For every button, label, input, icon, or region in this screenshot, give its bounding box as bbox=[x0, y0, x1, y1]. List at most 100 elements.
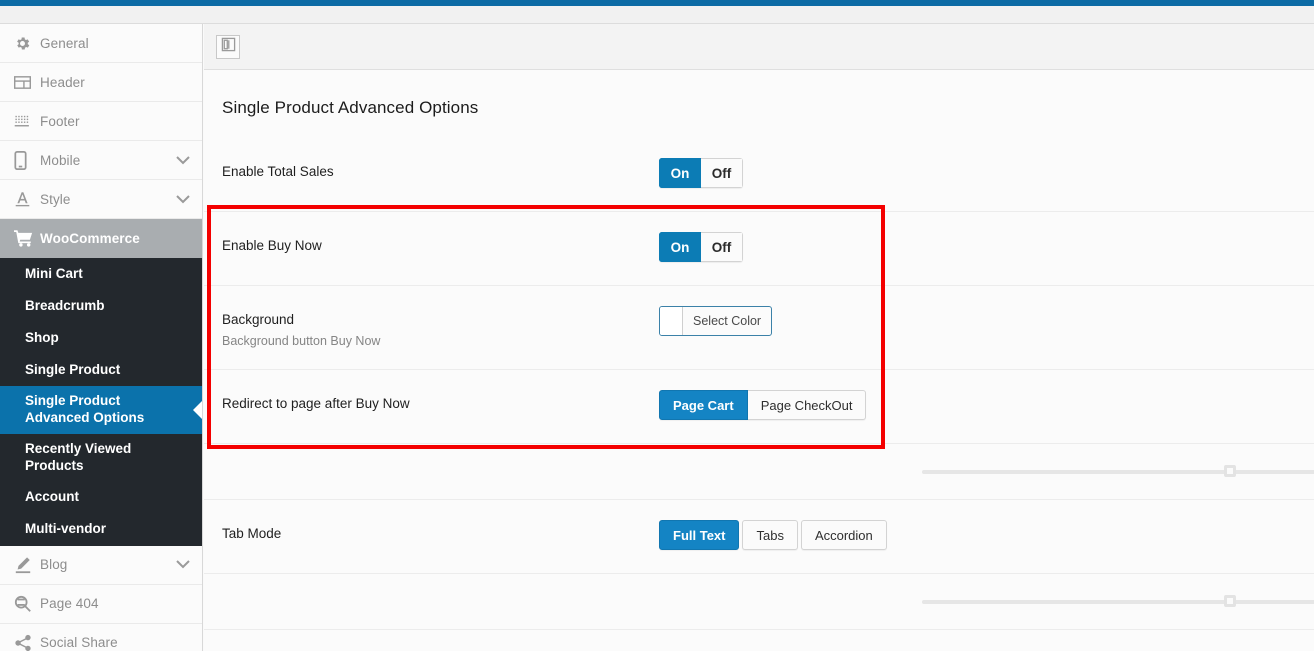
sidebar-subitem-label: Mini Cart bbox=[25, 265, 83, 281]
row-label: Tab Mode bbox=[222, 500, 659, 541]
typography-icon bbox=[14, 190, 40, 208]
pencil-icon bbox=[14, 556, 40, 574]
option-accordion[interactable]: Accordion bbox=[800, 520, 887, 550]
sidebar-subitem-label: Single Product bbox=[25, 361, 121, 377]
color-swatch bbox=[660, 307, 683, 335]
background-color-picker-button[interactable]: Select Color bbox=[659, 306, 773, 336]
woocommerce-submenu: Mini Cart Breadcrumb Shop Single Product… bbox=[0, 258, 202, 546]
row-label: Enable Buy Now bbox=[222, 212, 659, 253]
cart-icon bbox=[14, 229, 40, 247]
sidebar-item-label: WooCommerce bbox=[40, 230, 140, 246]
chevron-down-icon[interactable] bbox=[176, 194, 190, 204]
sidebar-subitem-label: Single Product Advanced Options bbox=[25, 393, 145, 425]
sidebar-subitem-label: Shop bbox=[25, 329, 59, 345]
sidebar-item-account[interactable]: Account bbox=[0, 482, 202, 514]
toggle-on-option[interactable]: On bbox=[659, 232, 701, 262]
row-tab-mode: Tab Mode Full Text Tabs Accordion bbox=[204, 500, 1314, 574]
main-toolbar bbox=[204, 24, 1314, 70]
option-page-checkout[interactable]: Page CheckOut bbox=[747, 390, 867, 420]
setting-label: Redirect to page after Buy Now bbox=[222, 396, 410, 411]
option-tabs[interactable]: Tabs bbox=[742, 520, 798, 550]
option-page-cart[interactable]: Page Cart bbox=[659, 390, 748, 420]
row-control: Select Color bbox=[659, 286, 773, 336]
customizer-sidebar: General Header Footer Mobile Style WooCo… bbox=[0, 24, 203, 651]
redirect-page-button-group[interactable]: Page Cart Page CheckOut bbox=[659, 390, 867, 420]
toggle-off-option[interactable]: Off bbox=[701, 158, 743, 188]
select-color-label: Select Color bbox=[693, 314, 762, 328]
settings-rows: Enable Total Sales On Off Enable Buy Now… bbox=[204, 138, 1314, 630]
page404-icon bbox=[14, 595, 40, 613]
slider-handle[interactable] bbox=[1224, 595, 1236, 607]
row-label: Redirect to page after Buy Now bbox=[222, 370, 659, 411]
sidebar-item-label: Header bbox=[40, 74, 85, 90]
sidebar-item-multi-vendor[interactable]: Multi-vendor bbox=[0, 514, 202, 546]
sidebar-item-label: General bbox=[40, 35, 89, 51]
row-control: On Off bbox=[659, 138, 743, 188]
toggle-on-option[interactable]: On bbox=[659, 158, 701, 188]
sidebar-item-recently-viewed-products[interactable]: Recently Viewed Products bbox=[0, 434, 202, 482]
panel-layout-toggle-button[interactable] bbox=[216, 34, 240, 59]
sidebar-item-label: Footer bbox=[40, 113, 80, 129]
customizer-main-panel: Single Product Advanced Options Enable T… bbox=[204, 24, 1314, 651]
header-icon bbox=[14, 75, 40, 90]
sidebar-item-page-404[interactable]: Page 404 bbox=[0, 584, 202, 624]
customizer-screen: General Header Footer Mobile Style WooCo… bbox=[0, 0, 1314, 651]
sidebar-item-label: Social Share bbox=[40, 635, 118, 650]
sidebar-item-single-product-advanced-options[interactable]: Single Product Advanced Options bbox=[0, 386, 202, 434]
sidebar-subitem-label: Breadcrumb bbox=[25, 297, 105, 313]
setting-label: Enable Total Sales bbox=[222, 164, 334, 179]
sidebar-item-general[interactable]: General bbox=[0, 24, 202, 63]
sidebar-item-mini-cart[interactable]: Mini Cart bbox=[0, 258, 202, 290]
sidebar-subitem-label: Multi-vendor bbox=[25, 521, 106, 537]
range-slider-1[interactable] bbox=[922, 462, 1314, 482]
sidebar-item-shop[interactable]: Shop bbox=[0, 322, 202, 354]
sidebar-item-mobile[interactable]: Mobile bbox=[0, 141, 202, 180]
active-pointer-icon bbox=[193, 400, 202, 419]
footer-icon bbox=[14, 114, 40, 129]
row-redirect-after-buy-now: Redirect to page after Buy Now Page Cart… bbox=[204, 370, 1314, 444]
row-slider-below-tab-mode bbox=[204, 574, 1314, 630]
slider-handle[interactable] bbox=[1224, 465, 1236, 477]
sidebar-item-breadcrumb[interactable]: Breadcrumb bbox=[0, 290, 202, 322]
chevron-down-icon[interactable] bbox=[176, 560, 190, 569]
enable-total-sales-toggle[interactable]: On Off bbox=[659, 158, 743, 188]
sidebar-item-footer[interactable]: Footer bbox=[0, 102, 202, 141]
browser-chrome-band bbox=[0, 6, 1314, 24]
tab-mode-button-group[interactable]: Full Text Tabs Accordion bbox=[659, 520, 887, 550]
row-label: Background Background button Buy Now bbox=[222, 286, 659, 348]
slider-track[interactable] bbox=[922, 470, 1314, 474]
sidebar-item-style[interactable]: Style bbox=[0, 180, 202, 219]
enable-buy-now-toggle[interactable]: On Off bbox=[659, 232, 743, 262]
sidebar-item-blog[interactable]: Blog bbox=[0, 545, 202, 585]
row-control: Full Text Tabs Accordion bbox=[659, 500, 887, 550]
sidebar-item-label: Blog bbox=[40, 557, 68, 572]
sidebar-item-header[interactable]: Header bbox=[0, 63, 202, 102]
gear-icon bbox=[14, 35, 40, 52]
setting-label: Background bbox=[222, 312, 295, 327]
sidebar-item-label: Style bbox=[40, 191, 71, 207]
row-background: Background Background button Buy Now Sel… bbox=[204, 286, 1314, 370]
range-slider-2[interactable] bbox=[922, 592, 1314, 612]
page-title: Single Product Advanced Options bbox=[222, 98, 479, 117]
row-slider-above-tab-mode bbox=[204, 444, 1314, 500]
toggle-off-option[interactable]: Off bbox=[701, 232, 743, 262]
sidebar-item-social-share[interactable]: Social Share bbox=[0, 623, 202, 651]
row-control: Page Cart Page CheckOut bbox=[659, 370, 867, 420]
setting-label: Enable Buy Now bbox=[222, 238, 322, 253]
row-control: On Off bbox=[659, 212, 743, 262]
row-enable-total-sales: Enable Total Sales On Off bbox=[204, 138, 1314, 212]
row-enable-buy-now: Enable Buy Now On Off bbox=[204, 212, 1314, 286]
panel-layout-icon bbox=[221, 37, 236, 57]
sidebar-subitem-label: Recently Viewed Products bbox=[25, 440, 132, 473]
option-full-text[interactable]: Full Text bbox=[659, 520, 740, 550]
mobile-icon bbox=[14, 150, 40, 170]
sidebar-subitem-label: Account bbox=[25, 489, 79, 505]
sidebar-item-woocommerce[interactable]: WooCommerce bbox=[0, 219, 202, 258]
row-label: Enable Total Sales bbox=[222, 138, 659, 179]
share-icon bbox=[14, 634, 40, 651]
sidebar-item-label: Mobile bbox=[40, 152, 81, 168]
sidebar-item-single-product[interactable]: Single Product bbox=[0, 354, 202, 386]
setting-label: Tab Mode bbox=[222, 526, 282, 541]
slider-track[interactable] bbox=[922, 600, 1314, 604]
chevron-down-icon[interactable] bbox=[176, 155, 190, 165]
